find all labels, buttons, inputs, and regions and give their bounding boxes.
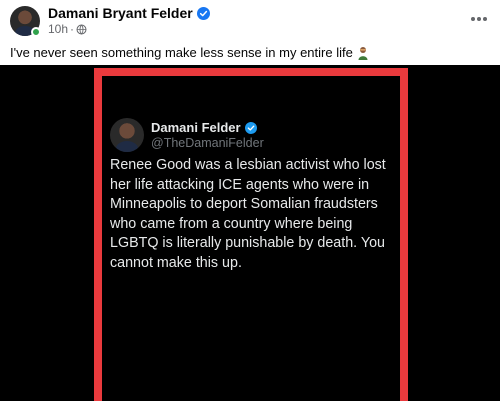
- tweet-text: Renee Good was a lesbian activist who lo…: [110, 157, 386, 271]
- globe-icon[interactable]: [76, 24, 87, 35]
- post-meta: 10h ·: [48, 22, 87, 36]
- more-options-icon: [471, 17, 487, 21]
- more-options-button[interactable]: [468, 8, 490, 30]
- meta-separator: ·: [70, 22, 75, 36]
- tweet-name-row: Damani Felder: [151, 120, 257, 135]
- verified-badge-icon: [196, 6, 210, 20]
- author-name-row: Damani Bryant Felder: [48, 5, 210, 21]
- author-name[interactable]: Damani Bryant Felder: [48, 5, 193, 21]
- verified-badge-icon: [244, 121, 257, 134]
- post-caption-text: I've never seen something make less sens…: [10, 45, 353, 60]
- online-status-indicator: [31, 27, 41, 37]
- person-facepalming-icon: [358, 46, 368, 60]
- tweet-handle: @TheDamaniFelder: [151, 136, 264, 150]
- tweet-author-name: Damani Felder: [151, 120, 241, 135]
- post-caption: I've never seen something make less sens…: [10, 45, 369, 60]
- tweet-author-avatar: [110, 118, 144, 152]
- post-timestamp[interactable]: 10h: [48, 22, 68, 36]
- post-header: Damani Bryant Felder 10h ·: [0, 0, 500, 40]
